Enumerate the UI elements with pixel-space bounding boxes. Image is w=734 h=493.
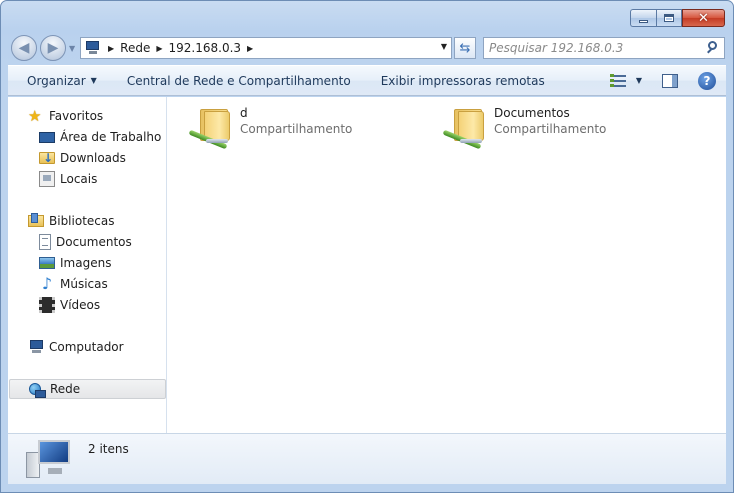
shared-folder-icon (440, 103, 486, 155)
film-icon (39, 297, 55, 313)
network-center-button[interactable]: Central de Rede e Compartilhamento (112, 66, 366, 95)
file-text: Documentos Compartilhamento (486, 103, 606, 155)
libraries-icon (28, 213, 44, 227)
content-area: ★ Favoritos Área de Trabalho Downloads L… (8, 97, 726, 433)
breadcrumb-separator-icon[interactable]: ▶ (247, 44, 253, 53)
breadcrumb-separator-icon[interactable]: ▶ (108, 44, 114, 53)
refresh-button[interactable]: ⇆ (454, 37, 476, 59)
navigation-buttons: ◀ ▶ ▼ (11, 35, 77, 61)
nav-libraries[interactable]: Bibliotecas (8, 211, 114, 231)
nav-downloads-label: Downloads (60, 151, 126, 165)
nav-favorites-label: Favoritos (49, 109, 104, 123)
chevron-down-icon: ▼ (90, 76, 97, 85)
nav-images[interactable]: Imagens (8, 253, 111, 273)
forward-button[interactable]: ▶ (40, 35, 66, 61)
command-bar: Organizar ▼ Central de Rede e Compartilh… (8, 65, 726, 96)
item-count: 2 itens (88, 442, 129, 456)
organize-label: Organizar (27, 73, 86, 88)
pictures-icon (39, 257, 55, 269)
network-center-label: Central de Rede e Compartilhamento (126, 73, 351, 88)
file-text: d Compartilhamento (232, 103, 352, 155)
maximize-button[interactable] (656, 9, 682, 27)
computer-icon (26, 440, 72, 480)
nav-computer[interactable]: Computador (8, 337, 124, 357)
organize-menu-button[interactable]: Organizar ▼ (8, 66, 112, 95)
navigation-pane: ★ Favoritos Área de Trabalho Downloads L… (8, 97, 167, 433)
close-button[interactable]: ✕ (682, 9, 725, 27)
computer-icon (28, 339, 44, 355)
nav-favorites[interactable]: ★ Favoritos (8, 106, 103, 126)
nav-libraries-label: Bibliotecas (49, 214, 115, 228)
nav-network-label: Rede (50, 382, 81, 396)
view-options-dropdown-icon[interactable]: ▼ (636, 76, 642, 85)
search-box[interactable]: Pesquisar 192.168.0.3 (483, 37, 725, 59)
star-icon: ★ (28, 107, 42, 125)
explorer-window: ✕ ◀ ▶ ▼ ▶ Rede ▶ 192.168.0.3 ▶ ▼ ⇆ Pesqu… (0, 0, 734, 493)
file-type: Compartilhamento (494, 122, 607, 136)
nav-documents[interactable]: Documentos (8, 232, 132, 252)
close-icon: ✕ (698, 10, 709, 26)
details-pane: 2 itens (8, 433, 726, 484)
address-history-dropdown-icon[interactable]: ▼ (441, 42, 447, 51)
search-icon[interactable] (704, 38, 724, 58)
minimize-icon (639, 19, 648, 23)
forward-arrow-icon: ▶ (47, 40, 59, 56)
file-name: Documentos (494, 106, 570, 120)
network-computer-icon (84, 41, 102, 55)
desktop-icon (39, 132, 55, 143)
breadcrumb-network[interactable]: Rede (120, 41, 150, 55)
change-view-icon[interactable] (609, 73, 628, 88)
remote-printers-label: Exibir impressoras remotas (380, 73, 545, 88)
maximize-icon (664, 14, 674, 22)
recent-places-icon (39, 171, 55, 187)
preview-pane-icon[interactable] (662, 73, 678, 88)
address-bar[interactable]: ▶ Rede ▶ 192.168.0.3 ▶ ▼ (80, 37, 452, 59)
remote-printers-button[interactable]: Exibir impressoras remotas (366, 66, 560, 95)
downloads-folder-icon (39, 151, 55, 165)
shared-folder-icon (186, 103, 232, 155)
file-item[interactable]: d Compartilhamento (186, 103, 352, 155)
nav-places-label: Locais (60, 172, 98, 186)
nav-network[interactable]: Rede (9, 379, 166, 399)
network-globe-icon (29, 383, 46, 398)
view-controls: ▼ ? (609, 66, 726, 95)
help-icon[interactable]: ? (698, 71, 716, 90)
music-note-icon: ♪ (41, 274, 53, 293)
back-arrow-icon: ◀ (18, 40, 30, 56)
nav-music[interactable]: ♪ Músicas (8, 274, 108, 294)
nav-videos-label: Vídeos (60, 298, 101, 312)
document-icon (39, 234, 51, 250)
file-name: d (240, 106, 248, 120)
nav-places[interactable]: Locais (8, 169, 97, 189)
nav-documents-label: Documentos (56, 235, 132, 249)
nav-desktop-label: Área de Trabalho (60, 130, 162, 144)
recent-pages-dropdown-icon[interactable]: ▼ (69, 44, 75, 53)
nav-music-label: Músicas (60, 277, 108, 291)
minimize-button[interactable] (630, 9, 656, 27)
breadcrumb-host[interactable]: 192.168.0.3 (169, 41, 242, 55)
nav-videos[interactable]: Vídeos (8, 295, 100, 315)
nav-images-label: Imagens (60, 256, 112, 270)
file-type: Compartilhamento (240, 122, 353, 136)
search-input[interactable]: Pesquisar 192.168.0.3 (484, 41, 704, 55)
window-caption-buttons: ✕ (630, 9, 725, 27)
refresh-icon: ⇆ (459, 40, 471, 56)
back-button[interactable]: ◀ (11, 35, 37, 61)
breadcrumb-separator-icon[interactable]: ▶ (156, 44, 162, 53)
nav-computer-label: Computador (49, 340, 124, 354)
file-item[interactable]: Documentos Compartilhamento (440, 103, 606, 155)
nav-downloads[interactable]: Downloads (8, 148, 126, 168)
nav-desktop[interactable]: Área de Trabalho (8, 127, 161, 147)
